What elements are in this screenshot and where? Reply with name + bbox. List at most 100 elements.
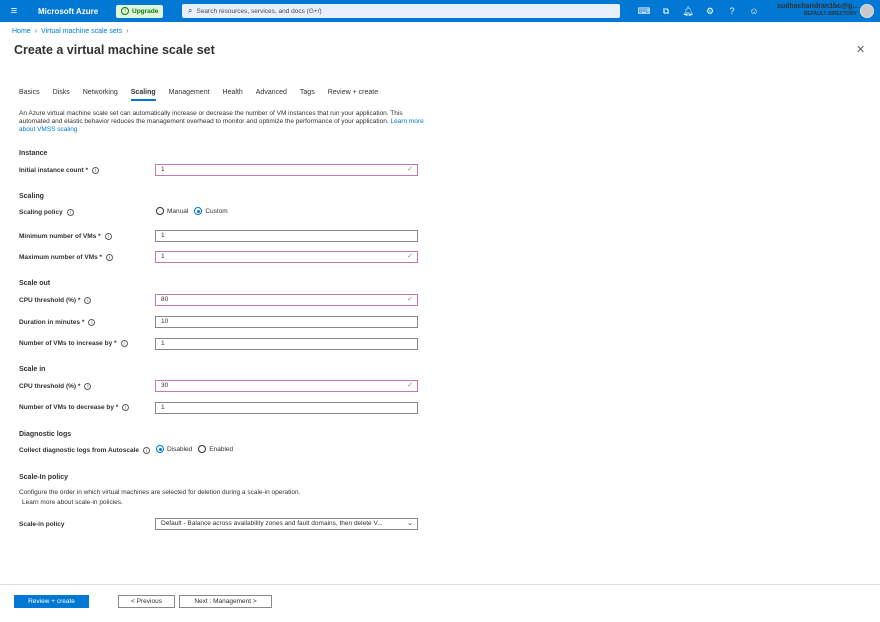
scaling-policy-radio-group: Manual Custom — [156, 207, 234, 215]
review-create-button[interactable]: Review + create — [14, 595, 89, 608]
settings-icon[interactable]: ⚙ — [699, 4, 721, 18]
min-vms-text: Minimum number of VMs — [19, 233, 97, 240]
info-icon[interactable]: i — [84, 297, 92, 304]
scale-out-cpu-input[interactable]: 80 ✓ — [155, 294, 418, 306]
check-icon: ✓ — [407, 166, 413, 173]
decrease-by-text: Number of VMs to decrease by — [19, 404, 114, 411]
scale-in-cpu-label: CPU threshold (%) * i — [19, 383, 92, 390]
scale-in-cpu-text: CPU threshold (%) — [19, 383, 77, 390]
scale-in-policy-value: Default - Balance across availability zo… — [161, 520, 383, 527]
scale-in-cpu-input[interactable]: 30 ✓ — [155, 380, 418, 392]
breadcrumb: Home › Virtual machine scale sets › — [12, 28, 129, 35]
max-vms-label: Maximum number of VMs * i — [19, 254, 114, 261]
decrease-by-label: Number of VMs to decrease by * i — [19, 404, 130, 411]
scale-out-cpu-text: CPU threshold (%) — [19, 297, 77, 304]
account-directory: DEFAULT DIRECTORY — [803, 11, 857, 17]
account-info[interactable]: sudhachandran1bc@g... DEFAULT DIRECTORY — [777, 3, 859, 17]
cloud-shell-icon[interactable]: ⌨ — [633, 4, 655, 18]
decrease-by-value: 1 — [161, 404, 165, 411]
next-management-button[interactable]: Next : Management > — [179, 595, 272, 608]
tab-basics[interactable]: Basics — [19, 89, 40, 101]
close-icon[interactable]: ✕ — [856, 43, 865, 56]
tab-tags[interactable]: Tags — [300, 89, 315, 101]
check-icon: ✓ — [407, 382, 413, 389]
duration-label: Duration in minutes * i — [19, 319, 96, 326]
increase-by-label: Number of VMs to increase by * i — [19, 340, 128, 347]
disabled-radio-label[interactable]: Disabled — [167, 446, 192, 453]
initial-instance-input[interactable]: 1 ✓ — [155, 164, 418, 176]
avatar[interactable] — [860, 4, 874, 18]
directory-filter-icon[interactable]: ⧉ — [655, 4, 677, 18]
info-icon[interactable]: i — [104, 233, 112, 240]
notifications-icon[interactable]: 🔔︎ — [677, 4, 699, 18]
breadcrumb-vmss[interactable]: Virtual machine scale sets — [41, 28, 122, 35]
info-icon[interactable]: i — [88, 319, 96, 326]
help-icon[interactable]: ? — [721, 4, 743, 18]
info-icon[interactable]: i — [143, 447, 151, 454]
scaling-description: An Azure virtual machine scale set can a… — [19, 110, 429, 135]
search-input[interactable]: ⌕ Search resources, services, and docs (… — [182, 4, 620, 18]
initial-instance-label: Initial instance count * i — [19, 167, 99, 174]
footer-divider — [0, 584, 880, 585]
tab-disks[interactable]: Disks — [53, 89, 70, 101]
breadcrumb-home[interactable]: Home — [12, 28, 31, 35]
scale-out-heading: Scale out — [19, 280, 51, 287]
min-vms-input[interactable]: 1 — [155, 230, 418, 242]
check-icon: ✓ — [407, 253, 413, 260]
info-icon[interactable]: i — [106, 254, 114, 261]
min-vms-value: 1 — [161, 232, 165, 239]
scale-in-policy-heading: Scale-In policy — [19, 474, 69, 481]
enabled-radio[interactable] — [198, 445, 207, 453]
diagnostic-radio-group: Disabled Enabled — [156, 445, 239, 453]
scale-in-policy-select[interactable]: Default - Balance across availability zo… — [155, 518, 418, 530]
account-user: sudhachandran1bc@g... — [777, 3, 859, 10]
brand-title[interactable]: Microsoft Azure — [38, 7, 100, 16]
initial-instance-text: Initial instance count — [19, 167, 84, 174]
search-icon: ⌕ — [188, 6, 193, 15]
enabled-radio-label[interactable]: Enabled — [209, 446, 233, 453]
previous-button[interactable]: < Previous — [118, 595, 175, 608]
diagnostic-heading: Diagnostic logs — [19, 431, 72, 438]
initial-instance-value: 1 — [161, 166, 165, 173]
min-vms-label: Minimum number of VMs * i — [19, 233, 112, 240]
duration-input[interactable]: 10 — [155, 316, 418, 328]
upgrade-label: Upgrade — [132, 7, 159, 15]
manual-radio-label[interactable]: Manual — [167, 208, 188, 215]
info-icon[interactable]: i — [92, 167, 99, 174]
max-vms-text: Maximum number of VMs — [19, 254, 98, 261]
page-title: Create a virtual machine scale set — [14, 43, 215, 57]
tab-networking[interactable]: Networking — [83, 89, 118, 101]
top-icons: ⌨ ⧉ 🔔︎ ⚙ ? ☺ — [633, 4, 765, 18]
manual-radio[interactable] — [156, 207, 164, 215]
tab-bar: Basics Disks Networking Scaling Manageme… — [19, 89, 391, 101]
info-icon[interactable]: i — [122, 404, 130, 411]
disabled-radio[interactable] — [156, 445, 164, 453]
tab-scaling[interactable]: Scaling — [130, 89, 156, 101]
upgrade-button[interactable]: ↑ Upgrade — [116, 4, 164, 18]
scale-in-heading: Scale in — [19, 366, 46, 373]
custom-radio[interactable] — [194, 207, 203, 215]
description-text: An Azure virtual machine scale set can a… — [19, 110, 403, 126]
upgrade-icon: ↑ — [121, 7, 129, 15]
info-icon[interactable]: i — [120, 340, 128, 347]
scale-in-policy-link[interactable]: Learn more about scale-in policies. — [22, 499, 123, 506]
max-vms-input[interactable]: 1 ✓ — [155, 251, 418, 263]
increase-by-text: Number of VMs to increase by — [19, 340, 113, 347]
custom-radio-label[interactable]: Custom — [205, 208, 227, 215]
info-icon[interactable]: i — [66, 209, 74, 216]
decrease-by-input[interactable]: 1 — [155, 402, 418, 414]
tab-health[interactable]: Health — [223, 89, 243, 101]
breadcrumb-chevron-icon: › — [34, 28, 38, 35]
scale-in-policy-description: Configure the order in which virtual mac… — [19, 489, 301, 496]
hamburger-icon[interactable]: ≡ — [0, 5, 28, 17]
scaling-policy-label: Scaling policy i — [19, 209, 74, 216]
info-icon[interactable]: i — [84, 383, 92, 390]
search-placeholder: Search resources, services, and docs (G+… — [196, 7, 322, 15]
increase-by-input[interactable]: 1 — [155, 338, 418, 350]
chevron-down-icon: ⌄ — [407, 520, 413, 527]
tab-advanced[interactable]: Advanced — [256, 89, 287, 101]
scale-out-cpu-value: 80 — [161, 296, 169, 303]
tab-management[interactable]: Management — [169, 89, 210, 101]
tab-review-create[interactable]: Review + create — [328, 89, 378, 101]
feedback-icon[interactable]: ☺ — [743, 4, 765, 18]
